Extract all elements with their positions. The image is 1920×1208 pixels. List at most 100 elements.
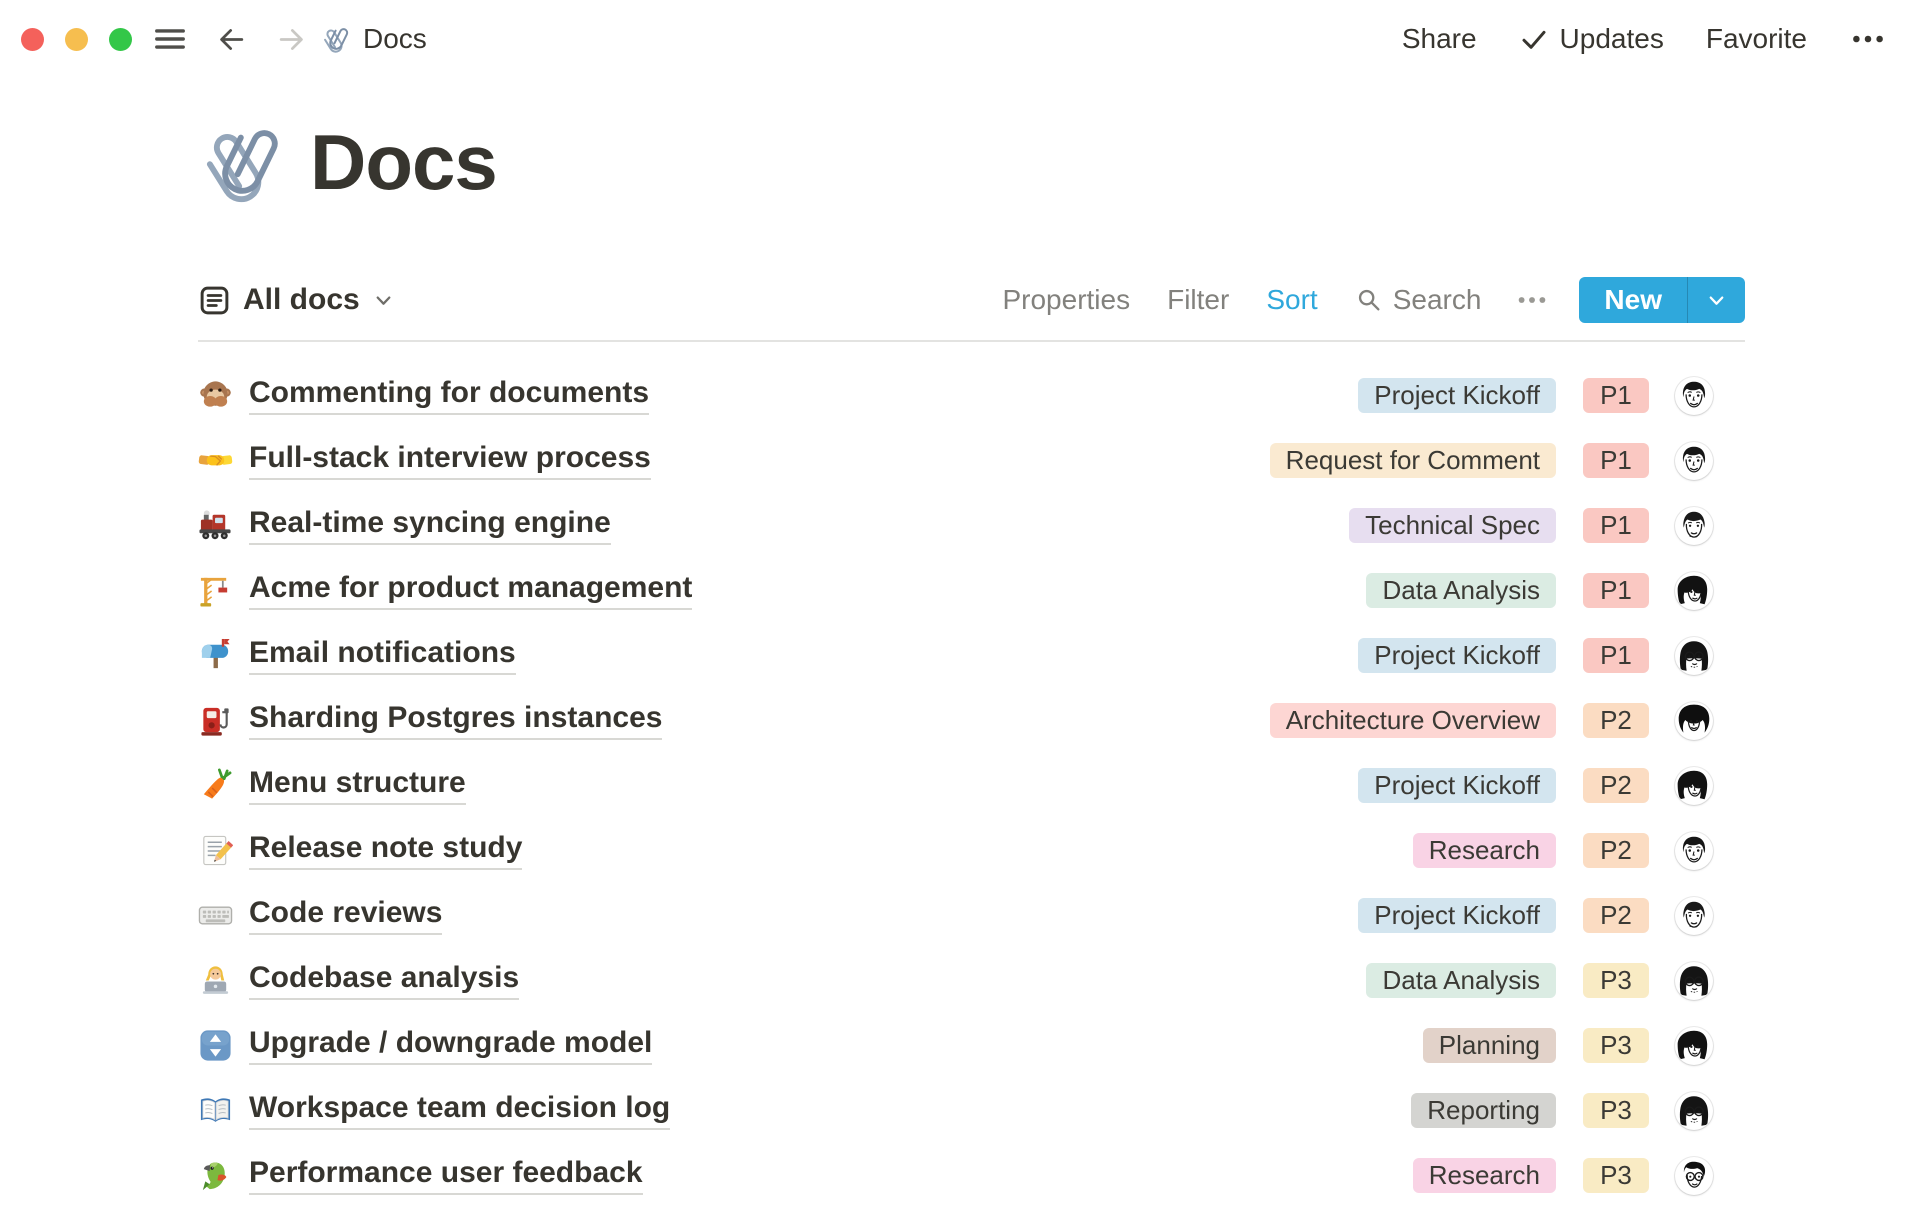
doc-type-tag[interactable]: Request for Comment <box>1270 443 1556 478</box>
doc-owner-avatar[interactable] <box>1675 1157 1713 1195</box>
doc-owner-avatar[interactable] <box>1675 572 1713 610</box>
chevron-down-icon <box>1705 289 1728 312</box>
doc-priority-tag[interactable]: P1 <box>1583 443 1649 478</box>
toolbar-divider <box>198 340 1745 342</box>
doc-title-link[interactable]: Email notifications <box>249 636 516 675</box>
doc-row[interactable]: Menu structure Project Kickoff P2 <box>198 753 1745 818</box>
doc-priority-tag[interactable]: P1 <box>1583 638 1649 673</box>
doc-owner-avatar[interactable] <box>1675 637 1713 675</box>
building-construction-icon <box>198 573 233 608</box>
doc-title-link[interactable]: Real-time syncing engine <box>249 506 611 545</box>
speak-no-evil-monkey-icon <box>198 378 233 413</box>
minimize-window-button[interactable] <box>65 28 88 51</box>
doc-priority-tag[interactable]: P2 <box>1583 768 1649 803</box>
doc-row[interactable]: Commenting for documents Project Kickoff… <box>198 363 1745 428</box>
doc-type-tag[interactable]: Planning <box>1423 1028 1556 1063</box>
view-more-button[interactable] <box>1515 283 1549 317</box>
doc-title-link[interactable]: Commenting for documents <box>249 376 649 415</box>
share-button[interactable]: Share <box>1402 23 1477 55</box>
page-title[interactable]: Docs <box>310 117 497 208</box>
close-window-button[interactable] <box>21 28 44 51</box>
doc-title-link[interactable]: Acme for product management <box>249 571 692 610</box>
view-selector[interactable]: All docs <box>198 283 395 317</box>
properties-button[interactable]: Properties <box>1002 284 1130 316</box>
doc-priority-tag[interactable]: P1 <box>1583 508 1649 543</box>
doc-owner-avatar[interactable] <box>1675 442 1713 480</box>
doc-title-link[interactable]: Upgrade / downgrade model <box>249 1026 652 1065</box>
updates-button[interactable]: Updates <box>1519 23 1664 55</box>
sort-button[interactable]: Sort <box>1266 284 1317 316</box>
sidebar-toggle-button[interactable] <box>153 22 187 56</box>
doc-title-link[interactable]: Workspace team decision log <box>249 1091 670 1130</box>
doc-row[interactable]: Sharding Postgres instances Architecture… <box>198 688 1745 753</box>
doc-priority-tag[interactable]: P1 <box>1583 378 1649 413</box>
doc-owner-avatar[interactable] <box>1675 702 1713 740</box>
doc-title-link[interactable]: Performance user feedback <box>249 1156 643 1195</box>
search-button[interactable]: Search <box>1355 284 1482 316</box>
open-mailbox-icon <box>198 638 233 673</box>
doc-type-tag[interactable]: Research <box>1413 833 1556 868</box>
doc-row[interactable]: Codebase analysis Data Analysis P3 <box>198 948 1745 1013</box>
window-titlebar: Docs Share Updates Favorite <box>0 0 1920 78</box>
doc-priority-tag[interactable]: P3 <box>1583 963 1649 998</box>
breadcrumb-page-icon <box>321 24 351 54</box>
doc-priority-tag[interactable]: P3 <box>1583 1093 1649 1128</box>
open-book-icon <box>198 1093 233 1128</box>
doc-title-link[interactable]: Sharding Postgres instances <box>249 701 662 740</box>
favorite-button[interactable]: Favorite <box>1706 23 1807 55</box>
doc-owner-avatar[interactable] <box>1675 832 1713 870</box>
hamburger-menu-icon <box>157 31 183 47</box>
check-icon <box>1519 24 1549 54</box>
doc-owner-avatar[interactable] <box>1675 767 1713 805</box>
doc-row[interactable]: Upgrade / downgrade model Planning P3 <box>198 1013 1745 1078</box>
doc-row[interactable]: Acme for product management Data Analysi… <box>198 558 1745 623</box>
doc-owner-avatar[interactable] <box>1675 377 1713 415</box>
doc-owner-avatar[interactable] <box>1675 897 1713 935</box>
doc-title-link[interactable]: Menu structure <box>249 766 466 805</box>
doc-title-link[interactable]: Full-stack interview process <box>249 441 651 480</box>
forward-button[interactable] <box>276 24 307 55</box>
doc-type-tag[interactable]: Project Kickoff <box>1358 638 1556 673</box>
doc-type-tag[interactable]: Project Kickoff <box>1358 378 1556 413</box>
doc-priority-tag[interactable]: P1 <box>1583 573 1649 608</box>
doc-type-tag[interactable]: Project Kickoff <box>1358 768 1556 803</box>
doc-priority-tag[interactable]: P2 <box>1583 833 1649 868</box>
doc-row[interactable]: Full-stack interview process Request for… <box>198 428 1745 493</box>
doc-priority-tag[interactable]: P2 <box>1583 898 1649 933</box>
doc-title-link[interactable]: Code reviews <box>249 896 442 935</box>
doc-type-tag[interactable]: Data Analysis <box>1366 963 1556 998</box>
doc-row[interactable]: Workspace team decision log Reporting P3 <box>198 1078 1745 1143</box>
arrow-right-icon <box>281 30 301 48</box>
docs-list: Commenting for documents Project Kickoff… <box>198 363 1745 1208</box>
doc-row[interactable]: Release note study Research P2 <box>198 818 1745 883</box>
doc-priority-tag[interactable]: P3 <box>1583 1158 1649 1193</box>
doc-type-tag[interactable]: Technical Spec <box>1349 508 1556 543</box>
zoom-window-button[interactable] <box>109 28 132 51</box>
keyboard-icon <box>198 898 233 933</box>
back-button[interactable] <box>216 24 247 55</box>
more-options-button[interactable] <box>1849 20 1887 58</box>
new-doc-dropdown-button[interactable] <box>1687 277 1745 323</box>
doc-type-tag[interactable]: Architecture Overview <box>1270 703 1556 738</box>
doc-row[interactable]: Real-time syncing engine Technical Spec … <box>198 493 1745 558</box>
doc-owner-avatar[interactable] <box>1675 1027 1713 1065</box>
doc-row[interactable]: Code reviews Project Kickoff P2 <box>198 883 1745 948</box>
doc-type-tag[interactable]: Data Analysis <box>1366 573 1556 608</box>
doc-type-tag[interactable]: Project Kickoff <box>1358 898 1556 933</box>
doc-type-tag[interactable]: Reporting <box>1411 1093 1556 1128</box>
doc-priority-tag[interactable]: P3 <box>1583 1028 1649 1063</box>
doc-row[interactable]: Performance user feedback Research P3 <box>198 1143 1745 1208</box>
new-doc-button[interactable]: New <box>1579 277 1687 323</box>
doc-type-tag[interactable]: Research <box>1413 1158 1556 1193</box>
memo-icon <box>198 833 233 868</box>
filter-button[interactable]: Filter <box>1167 284 1229 316</box>
doc-row[interactable]: Email notifications Project Kickoff P1 <box>198 623 1745 688</box>
doc-priority-tag[interactable]: P2 <box>1583 703 1649 738</box>
doc-title-link[interactable]: Codebase analysis <box>249 961 519 1000</box>
locomotive-icon <box>198 508 233 543</box>
doc-owner-avatar[interactable] <box>1675 962 1713 1000</box>
linked-paperclips-page-icon[interactable] <box>198 118 286 206</box>
doc-title-link[interactable]: Release note study <box>249 831 522 870</box>
doc-owner-avatar[interactable] <box>1675 1092 1713 1130</box>
doc-owner-avatar[interactable] <box>1675 507 1713 545</box>
